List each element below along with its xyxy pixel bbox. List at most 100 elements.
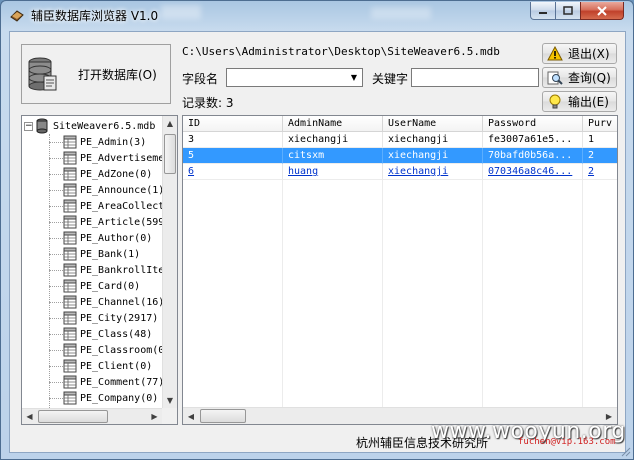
scroll-down-icon[interactable]: ▼	[163, 393, 177, 408]
table-cell[interactable]: 6	[183, 164, 283, 180]
tree-item[interactable]: PE_Bank(1)	[49, 246, 140, 262]
tree-root[interactable]: − SiteWeaver6.5.mdb	[24, 118, 155, 134]
column-header[interactable]: ID	[183, 116, 283, 132]
title-bar[interactable]: 辅臣数据库浏览器 V1.0	[1, 1, 633, 29]
tree-item[interactable]: PE_AdZone(0)	[49, 166, 152, 182]
query-button[interactable]: 查询(Q)	[542, 67, 617, 88]
column-header[interactable]: UserName	[383, 116, 483, 132]
output-label: 输出(E)	[568, 95, 609, 109]
output-button[interactable]: 输出(E)	[542, 91, 617, 112]
tree-item[interactable]: PE_Classroom(0	[49, 342, 162, 358]
tree-vertical-scrollbar[interactable]: ▲ ▼	[162, 116, 177, 408]
table-cell[interactable]: huang	[283, 164, 383, 180]
exit-button[interactable]: 退出(X)	[542, 43, 617, 64]
chevron-down-icon[interactable]: ▼	[346, 69, 362, 86]
minimize-button[interactable]	[530, 2, 556, 20]
tree-horizontal-scrollbar[interactable]: ◀ ▶	[22, 408, 162, 424]
tree-guide-line	[49, 397, 63, 399]
table-cell[interactable]: 3	[183, 132, 283, 148]
tree-item-label: PE_Announce(1)	[80, 184, 162, 196]
keyword-label: 关键字	[372, 72, 409, 86]
tree-guide-line	[49, 205, 63, 207]
close-button[interactable]	[580, 2, 624, 20]
tree-item-label: PE_Bank(1)	[80, 248, 141, 260]
table-cell[interactable]: 2	[583, 148, 617, 164]
grid-body: 3 xiechangji xiechangji fe3007a61e5... 1 5 cit…	[183, 132, 617, 180]
grid-header: ID AdminName UserName Password Purv	[183, 116, 617, 132]
table-cell[interactable]: 070346a8c46...	[483, 164, 583, 180]
scroll-right-icon[interactable]: ▶	[147, 409, 162, 424]
scroll-thumb[interactable]	[38, 410, 108, 423]
collapse-icon[interactable]: −	[24, 121, 33, 131]
tree-item-label: PE_AdZone(0)	[80, 168, 153, 180]
tree-item[interactable]: PE_Client(0)	[49, 358, 152, 374]
table-cell[interactable]: xiechangji	[383, 148, 483, 164]
column-header[interactable]: AdminName	[283, 116, 383, 132]
scroll-left-icon[interactable]: ◀	[183, 408, 199, 424]
table-cell[interactable]: citsxm	[283, 148, 383, 164]
tree-item[interactable]: PE_Author(0)	[49, 230, 152, 246]
database-path: C:\Users\Administrator\Desktop\SiteWeave…	[182, 45, 500, 58]
database-icon	[28, 57, 57, 91]
tree-item[interactable]: PE_Company(0)	[49, 390, 158, 406]
table-cell[interactable]: 2	[583, 164, 617, 180]
scroll-left-icon[interactable]: ◀	[22, 409, 37, 424]
warning-icon	[547, 45, 563, 62]
title-blur-decoration	[161, 5, 201, 19]
tree-item[interactable]: PE_Announce(1)	[49, 182, 162, 198]
records-grid[interactable]: ID AdminName UserName Password Purv 3 xiechan…	[182, 115, 618, 425]
tree-item[interactable]: PE_Admin(3)	[49, 134, 146, 150]
window-title: 辅臣数据库浏览器 V1.0	[31, 9, 159, 23]
scroll-up-icon[interactable]: ▲	[163, 116, 177, 131]
tree-item-label: PE_Classroom(0	[80, 344, 162, 356]
tree-item[interactable]: PE_City(2917)	[49, 310, 158, 326]
keyword-input[interactable]	[411, 68, 539, 87]
table-icon	[63, 231, 77, 245]
tree-item[interactable]: PE_Channel(16)	[49, 294, 162, 310]
scroll-thumb[interactable]	[164, 134, 176, 174]
table-icon	[63, 279, 77, 293]
maximize-icon	[563, 6, 573, 15]
table-tree[interactable]: − SiteWeaver6.5.mdb PE_Admin(3) PE_Advert…	[21, 115, 178, 425]
field-name-select[interactable]: ▼	[226, 68, 363, 87]
grid-column-line	[482, 180, 483, 410]
column-header[interactable]: Password	[483, 116, 583, 132]
tree-item-label: PE_Card(0)	[80, 280, 141, 292]
tree-item[interactable]: PE_BankrollIte	[49, 262, 162, 278]
tree-item-label: PE_Channel(16)	[80, 296, 162, 308]
tree-item[interactable]: PE_Advertiseme	[49, 150, 162, 166]
open-database-button[interactable]: 打开数据库(O)	[21, 44, 171, 104]
table-row[interactable]: 3 xiechangji xiechangji fe3007a61e5... 1	[183, 132, 617, 148]
scroll-thumb[interactable]	[200, 409, 246, 423]
maximize-button[interactable]	[555, 2, 581, 20]
table-icon	[63, 375, 77, 389]
tree-item[interactable]: PE_Card(0)	[49, 278, 140, 294]
column-header[interactable]: Purv	[583, 116, 617, 132]
table-icon	[63, 183, 77, 197]
table-row[interactable]: 6 huang xiechangji 070346a8c46... 2	[183, 164, 617, 180]
table-row[interactable]: 5 citsxm xiechangji 70bafd0b56a... 2	[183, 148, 617, 164]
table-cell[interactable]: fe3007a61e5...	[483, 132, 583, 148]
table-icon	[63, 311, 77, 325]
tree-item-label: PE_Company(0)	[80, 392, 159, 404]
tree-item[interactable]: PE_Article(599	[49, 214, 162, 230]
table-icon	[63, 343, 77, 357]
tree-item-label: PE_AreaCollect	[80, 200, 162, 212]
table-cell[interactable]: 70bafd0b56a...	[483, 148, 583, 164]
app-icon	[10, 10, 24, 22]
close-icon	[597, 5, 607, 16]
grid-column-line	[282, 180, 283, 410]
table-cell[interactable]: 1	[583, 132, 617, 148]
table-cell[interactable]: 5	[183, 148, 283, 164]
tree-guide-line	[49, 157, 63, 159]
tree-item[interactable]: PE_Comment(77)	[49, 374, 162, 390]
table-cell[interactable]: xiechangji	[383, 164, 483, 180]
tree-item[interactable]: PE_Class(48)	[49, 326, 152, 342]
resize-grip-icon[interactable]	[621, 447, 631, 457]
scroll-corner	[162, 408, 177, 424]
tree-guide-line	[49, 301, 63, 303]
tree-item-label: PE_Author(0)	[80, 232, 153, 244]
table-cell[interactable]: xiechangji	[383, 132, 483, 148]
table-cell[interactable]: xiechangji	[283, 132, 383, 148]
tree-item[interactable]: PE_AreaCollect	[49, 198, 162, 214]
